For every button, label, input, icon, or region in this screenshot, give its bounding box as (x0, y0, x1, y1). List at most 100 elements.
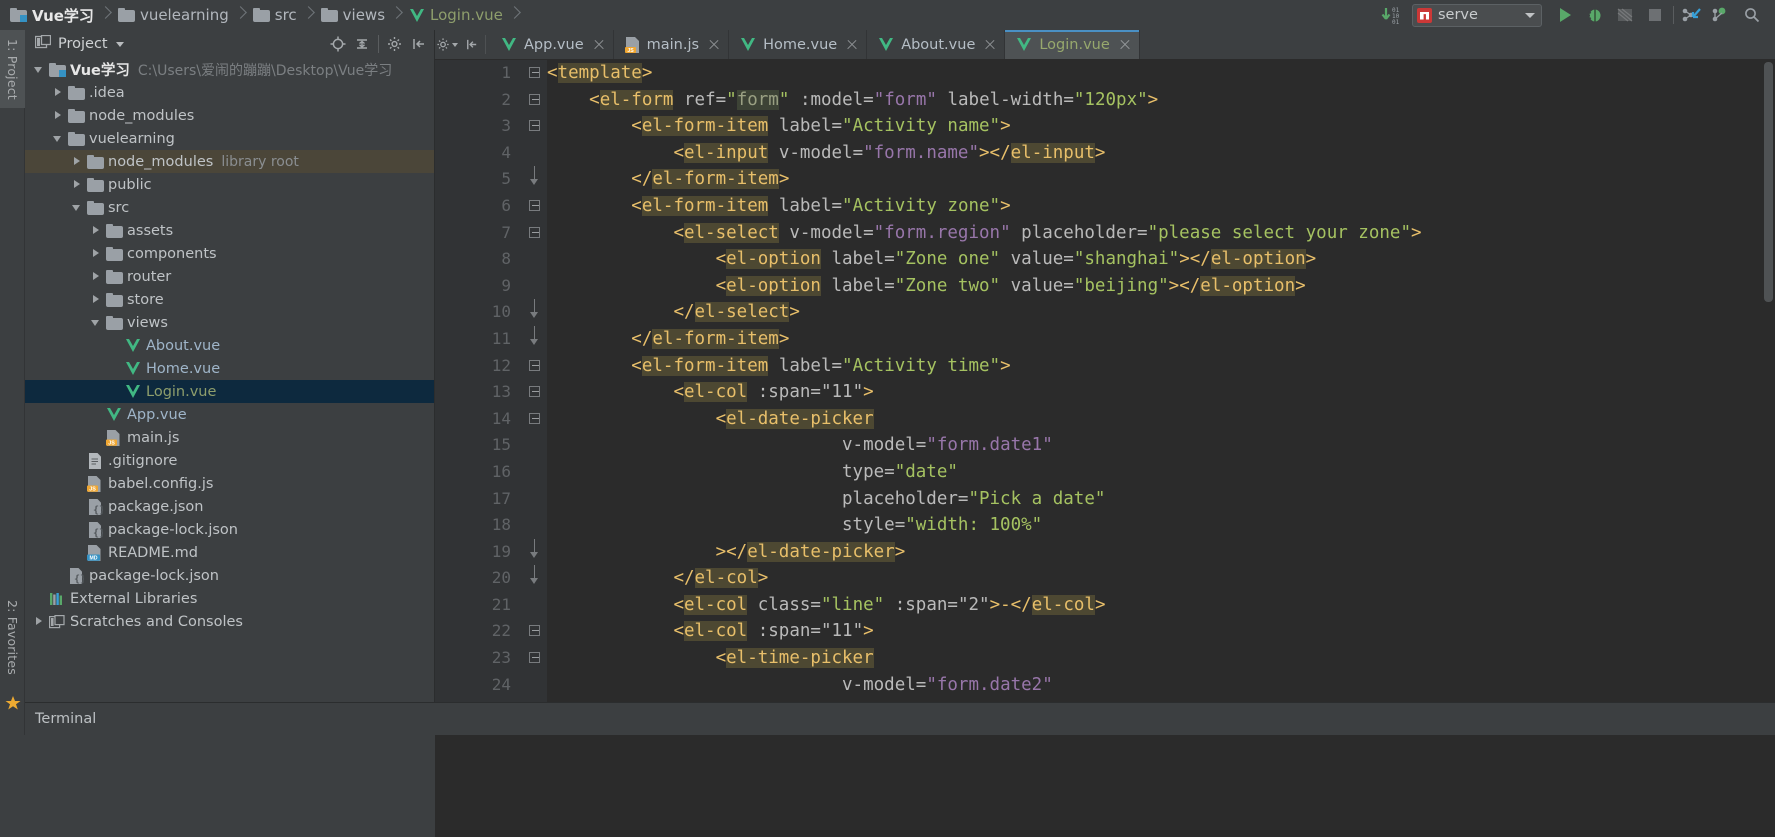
code-line[interactable]: </el-form-item> (547, 166, 1775, 193)
code-fold-marker[interactable] (525, 220, 547, 247)
code-folding-gutter[interactable] (525, 60, 547, 702)
editor-tab-about-vue[interactable]: About.vue (867, 30, 1006, 59)
editor-scrollbar-track[interactable] (1761, 60, 1775, 702)
chevron-right-icon[interactable] (69, 150, 85, 173)
tree-node-babel-config-js[interactable]: JS babel.config.js (25, 472, 434, 495)
code-line[interactable]: ></el-date-picker> (547, 539, 1775, 566)
tree-node-readme-md[interactable]: MD README.md (25, 541, 434, 564)
code-line[interactable]: </el-col> (547, 565, 1775, 592)
chevron-right-icon[interactable] (88, 288, 104, 311)
tree-node-public[interactable]: public (25, 173, 434, 196)
tree-node-store[interactable]: store (25, 288, 434, 311)
code-line[interactable]: <el-input v-model="form.name"></el-input… (547, 140, 1775, 167)
code-line[interactable]: </el-form-item> (547, 326, 1775, 353)
chevron-right-icon[interactable] (88, 219, 104, 242)
tree-node-router[interactable]: router (25, 265, 434, 288)
code-line[interactable]: <el-form ref="form" :model="form" label-… (547, 87, 1775, 114)
terminal-tool-window-bar[interactable]: Terminal (25, 703, 1775, 735)
code-content[interactable]: <template> <el-form ref="form" :model="f… (547, 60, 1775, 702)
hide-tabs-button[interactable] (459, 30, 483, 59)
tree-node-package-lock-json[interactable]: {} package-lock.json (25, 564, 434, 587)
code-line[interactable]: <el-col :span="11"> (547, 618, 1775, 645)
tree-node--gitignore[interactable]: .gitignore (25, 449, 434, 472)
tree-node-src[interactable]: src (25, 196, 434, 219)
chevron-down-icon[interactable] (1525, 12, 1535, 18)
code-line[interactable]: style="width: 100%" (547, 512, 1775, 539)
code-line[interactable]: <el-select v-model="form.region" placeho… (547, 220, 1775, 247)
close-icon[interactable] (846, 39, 858, 51)
code-fold-marker[interactable] (525, 113, 547, 140)
vcs-update-icon[interactable] (1677, 0, 1707, 30)
code-line[interactable]: <el-option label="Zone one" value="shang… (547, 246, 1775, 273)
code-line[interactable]: <el-col :span="11"> (547, 379, 1775, 406)
run-button[interactable] (1550, 0, 1580, 30)
code-line[interactable]: <el-form-item label="Activity zone"> (547, 193, 1775, 220)
code-line[interactable]: <el-form-item label="Activity time"> (547, 353, 1775, 380)
tool-tab-project[interactable]: 1: Project (0, 30, 25, 108)
code-fold-marker[interactable] (525, 379, 547, 406)
tree-node-views[interactable]: views (25, 311, 434, 334)
code-line[interactable]: <el-form-item label="Activity name"> (547, 113, 1775, 140)
code-line[interactable]: <el-option label="Zone two" value="beiji… (547, 273, 1775, 300)
collapse-all-button[interactable] (351, 33, 373, 55)
chevron-right-icon[interactable] (31, 610, 47, 633)
tree-node-about-vue[interactable]: About.vue (25, 334, 434, 357)
chevron-right-icon[interactable] (88, 265, 104, 288)
code-fold-marker[interactable] (525, 406, 547, 433)
code-fold-marker[interactable] (525, 325, 547, 353)
code-fold-marker[interactable] (525, 538, 547, 566)
code-line[interactable]: placeholder="Pick a date" (547, 486, 1775, 513)
code-fold-marker[interactable] (525, 60, 547, 87)
tree-node-package-json[interactable]: {} package.json (25, 495, 434, 518)
chevron-right-icon[interactable] (88, 242, 104, 265)
editor-tab-main-js[interactable]: JS main.js (614, 30, 730, 59)
code-fold-marker[interactable] (525, 353, 547, 380)
tree-node-node-modules[interactable]: node_modules (25, 104, 434, 127)
chevron-down-icon[interactable] (69, 196, 85, 219)
tree-node-home-vue[interactable]: Home.vue (25, 357, 434, 380)
tree-node-assets[interactable]: assets (25, 219, 434, 242)
tree-node--idea[interactable]: .idea (25, 81, 434, 104)
tree-node-node-modules[interactable]: node_modules library root (25, 150, 434, 173)
tree-node-vuelearning[interactable]: vuelearning (25, 127, 434, 150)
breadcrumb-item-vuelearning[interactable]: vuelearning (116, 0, 231, 30)
search-everywhere-button[interactable] (1737, 0, 1767, 30)
tool-tab-favorites[interactable]: 2: Favorites (0, 590, 25, 685)
tree-node-external-libraries[interactable]: External Libraries (25, 587, 434, 610)
close-icon[interactable] (984, 39, 996, 51)
close-icon[interactable] (1119, 39, 1131, 51)
editor-tab-login-vue[interactable]: Login.vue (1005, 30, 1140, 59)
editor-scrollbar-thumb[interactable] (1764, 62, 1773, 302)
close-icon[interactable] (708, 39, 720, 51)
code-line[interactable]: type="date" (547, 459, 1775, 486)
chevron-down-icon[interactable] (115, 41, 124, 47)
tree-node-vue-[interactable]: Vue学习 C:\Users\爱闹的蹦蹦\Desktop\Vue学习 (25, 58, 434, 81)
run-configuration-selector[interactable]: serve (1412, 3, 1542, 27)
editor-tab-app-vue[interactable]: App.vue (490, 30, 614, 59)
tree-node-app-vue[interactable]: App.vue (25, 403, 434, 426)
code-fold-marker[interactable] (525, 193, 547, 220)
code-line[interactable]: v-model="form.date1" (547, 432, 1775, 459)
chevron-down-icon[interactable] (31, 58, 47, 81)
code-fold-marker[interactable] (525, 618, 547, 645)
tree-node-main-js[interactable]: JS main.js (25, 426, 434, 449)
editor-tab-home-vue[interactable]: Home.vue (729, 30, 868, 59)
breadcrumb-item-src[interactable]: src (251, 0, 299, 30)
gear-icon[interactable] (384, 33, 406, 55)
vcs-commit-icon[interactable] (1707, 0, 1737, 30)
breadcrumb-item-project[interactable]: Vue学习 (8, 0, 96, 30)
code-fold-marker[interactable] (525, 166, 547, 193)
code-line[interactable]: <el-date-picker (547, 406, 1775, 433)
code-fold-marker[interactable] (525, 645, 547, 672)
hide-panel-button[interactable] (408, 33, 430, 55)
tree-node-package-lock-json[interactable]: {} package-lock.json (25, 518, 434, 541)
download-binary-icon[interactable]: 01 10 01 (1380, 4, 1406, 26)
tree-node-login-vue[interactable]: Login.vue (25, 380, 434, 403)
code-fold-marker[interactable] (525, 87, 547, 114)
code-line[interactable]: <el-col class="line" :span="2">-</el-col… (547, 592, 1775, 619)
terminal-pane[interactable] (435, 735, 1775, 837)
code-line[interactable]: <template> (547, 60, 1775, 87)
tree-node-components[interactable]: components (25, 242, 434, 265)
chevron-down-icon[interactable] (88, 311, 104, 334)
breadcrumb-item-views[interactable]: views (319, 0, 387, 30)
